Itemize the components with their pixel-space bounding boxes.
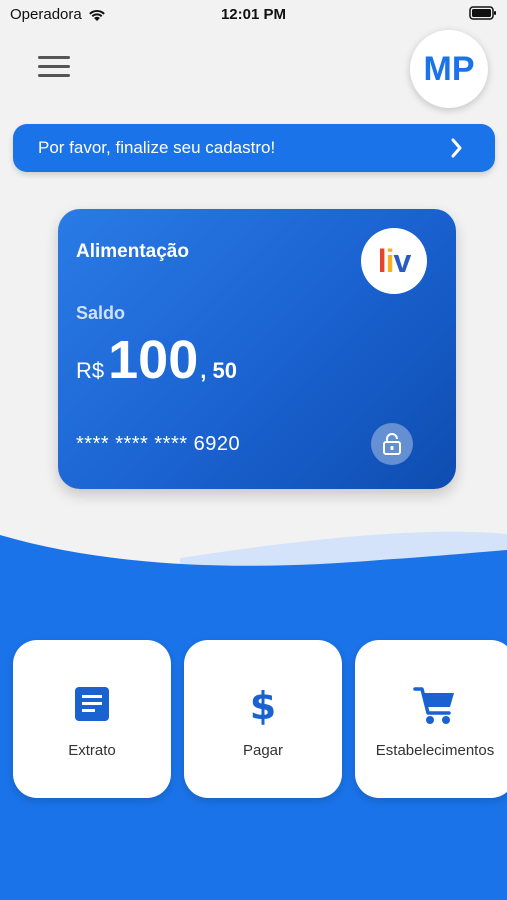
extrato-button[interactable]: Extrato xyxy=(13,640,171,798)
amount-decimal: , 50 xyxy=(200,358,237,383)
currency-symbol: R$ xyxy=(76,358,105,383)
menu-icon[interactable] xyxy=(38,56,70,80)
cart-icon xyxy=(413,687,454,724)
liv-logo: liv xyxy=(361,228,427,294)
balance-amount: R$ 100 , 50 xyxy=(76,329,237,391)
chevron-right-icon xyxy=(451,138,462,158)
battery-icon xyxy=(469,6,497,24)
lock-button[interactable] xyxy=(371,423,413,465)
status-bar: Operadora 12:01 PM xyxy=(0,0,507,28)
document-icon xyxy=(75,687,109,721)
amount-integer: 100 xyxy=(108,330,199,390)
card-number: **** **** **** 6920 xyxy=(76,433,241,455)
status-time: 12:01 PM xyxy=(220,6,287,23)
avatar[interactable]: MP xyxy=(410,30,488,108)
card-title: Alimentação xyxy=(76,241,189,262)
estabelecimentos-button[interactable]: Estabelecimentos xyxy=(355,640,507,798)
banner-text: Por favor, finalize seu cadastro! xyxy=(38,138,276,157)
benefit-card[interactable]: Alimentação liv Saldo R$ 100 , 50 **** *… xyxy=(58,209,456,489)
pagar-button[interactable]: $ Pagar xyxy=(184,640,342,798)
pagar-label: Pagar xyxy=(242,742,284,759)
balance-label: Saldo xyxy=(76,303,126,323)
dollar-icon: $ xyxy=(250,685,276,725)
lock-icon xyxy=(383,433,401,455)
svg-text:$: $ xyxy=(250,685,276,725)
estabelecimentos-label: Estabelecimentos xyxy=(375,742,495,759)
extrato-label: Extrato xyxy=(68,742,116,759)
complete-registration-banner[interactable]: Por favor, finalize seu cadastro! xyxy=(13,124,495,172)
